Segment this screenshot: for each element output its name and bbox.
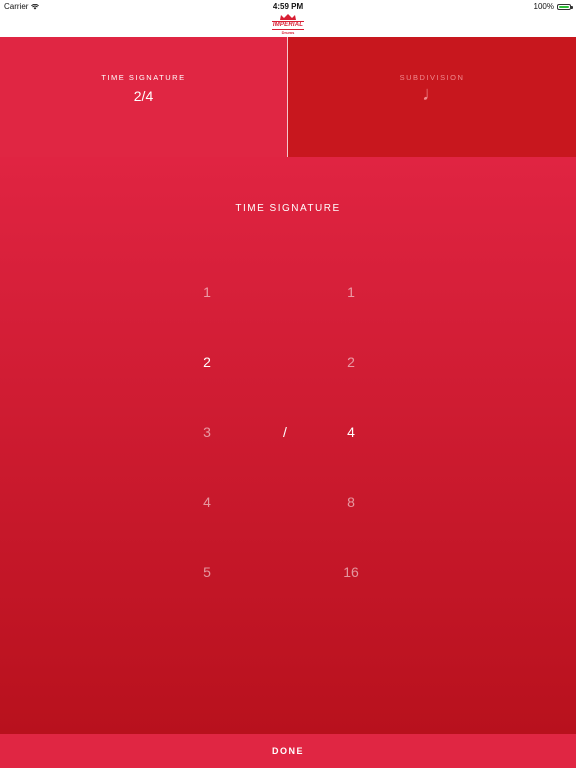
numerator-option[interactable]: 3 bbox=[177, 424, 237, 494]
logo-sub-text: Drums bbox=[281, 30, 295, 35]
status-time: 4:59 PM bbox=[272, 2, 304, 11]
denominator-option-selected[interactable]: 4 bbox=[321, 424, 381, 494]
battery-percent: 100% bbox=[533, 2, 554, 11]
picker-title: TIME SIGNATURE bbox=[235, 203, 341, 214]
battery-info: 100% bbox=[533, 2, 573, 11]
imperial-drums-logo: IMPERIAL Drums bbox=[271, 13, 305, 37]
numerator-column[interactable]: 1 2 3 4 5 bbox=[177, 284, 237, 634]
time-signature-segment[interactable]: TIME SIGNATURE 2/4 bbox=[0, 37, 288, 157]
quarter-note-icon: ♩ bbox=[422, 83, 442, 105]
logo-brand-text: IMPERIAL bbox=[271, 21, 305, 30]
subdivision-segment[interactable]: SUBDIVISION ♩ bbox=[288, 37, 576, 157]
numerator-option[interactable]: 1 bbox=[177, 284, 237, 354]
numerator-option-selected[interactable]: 2 bbox=[177, 354, 237, 424]
fraction-separator: / bbox=[283, 424, 287, 440]
numerator-option[interactable]: 5 bbox=[177, 564, 237, 634]
denominator-option[interactable]: 8 bbox=[321, 494, 381, 564]
numerator-option[interactable]: 4 bbox=[177, 494, 237, 564]
settings-segments: TIME SIGNATURE 2/4 SUBDIVISION ♩ bbox=[0, 37, 576, 157]
denominator-option[interactable]: 16 bbox=[321, 564, 381, 634]
done-button[interactable]: DONE bbox=[0, 734, 576, 768]
denominator-option[interactable]: 2 bbox=[321, 354, 381, 424]
metronome-settings-screen: Carrier 4:59 PM 100% IMPERIAL Drums TIME… bbox=[0, 0, 576, 768]
time-signature-segment-label: TIME SIGNATURE bbox=[101, 73, 186, 82]
time-signature-picker: TIME SIGNATURE 1 2 3 4 5 / 1 2 4 8 16 bbox=[0, 157, 576, 734]
battery-icon bbox=[557, 3, 573, 10]
done-button-label: DONE bbox=[271, 746, 304, 756]
time-signature-segment-value: 2/4 bbox=[133, 88, 154, 104]
status-bar: Carrier 4:59 PM 100% bbox=[0, 0, 576, 13]
crown-icon bbox=[280, 14, 296, 20]
denominator-option[interactable]: 1 bbox=[321, 284, 381, 354]
nav-header: IMPERIAL Drums bbox=[0, 13, 576, 37]
denominator-column[interactable]: 1 2 4 8 16 bbox=[321, 284, 381, 634]
subdivision-segment-label: SUBDIVISION bbox=[399, 73, 465, 82]
